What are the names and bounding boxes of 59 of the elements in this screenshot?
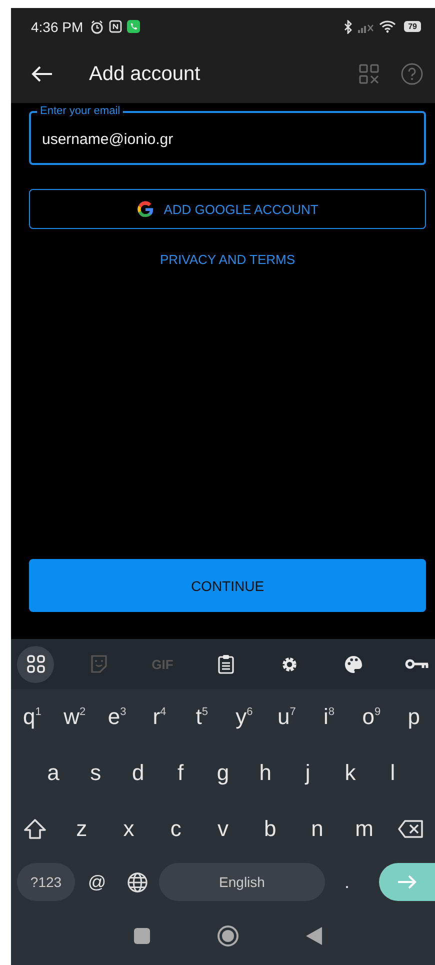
nfc-icon	[109, 20, 122, 33]
battery-level: 79	[404, 21, 421, 32]
letter-key[interactable]: o$^{9}$	[350, 704, 393, 730]
letter-key[interactable]: n	[294, 816, 341, 842]
letter-key[interactable]: h	[244, 760, 287, 786]
period-key[interactable]: .	[329, 872, 365, 892]
back-icon[interactable]	[31, 65, 53, 83]
symbols-key[interactable]: ?123	[17, 863, 75, 901]
letter-key[interactable]: g	[202, 760, 244, 786]
letter-key[interactable]: r$^{4}$	[138, 704, 181, 730]
clipboard-icon[interactable]	[218, 654, 234, 674]
alarm-icon	[90, 20, 104, 34]
letter-key[interactable]: z	[58, 816, 106, 842]
space-bar[interactable]: English	[159, 863, 325, 901]
privacy-and-terms-link[interactable]: PRIVACY AND TERMS	[160, 252, 296, 267]
letter-key[interactable]: x	[105, 816, 152, 842]
key-icon[interactable]	[404, 658, 428, 670]
phone-icon	[127, 20, 140, 33]
qr-code-icon[interactable]	[359, 64, 379, 84]
letter-key[interactable]: t$^{5}$	[180, 704, 224, 730]
help-icon[interactable]	[401, 63, 423, 85]
field-label: Enter your email	[37, 103, 124, 119]
letter-key[interactable]: q$^{1}$	[11, 704, 54, 730]
wifi-icon	[379, 20, 396, 33]
letter-key[interactable]: w$^{2}$	[53, 704, 96, 730]
palette-icon[interactable]	[344, 654, 362, 674]
google-icon	[136, 200, 154, 218]
home-icon[interactable]	[216, 925, 239, 947]
screen-title: Add account	[89, 62, 200, 86]
letter-key[interactable]: y$^{6}$	[223, 704, 266, 730]
enter-key[interactable]	[379, 863, 435, 901]
continue-button[interactable]: CONTINUE	[29, 559, 426, 612]
letter-key[interactable]: s	[74, 760, 117, 786]
letter-key[interactable]: c	[152, 816, 200, 842]
letter-key[interactable]: f	[159, 760, 202, 786]
back-nav-icon[interactable]	[306, 927, 322, 945]
apps-grid-icon[interactable]	[26, 655, 44, 673]
arrow-right-icon	[397, 875, 417, 889]
letter-key[interactable]: l	[372, 760, 414, 786]
email-field[interactable]: Enter your email username@ionio.gr	[29, 103, 426, 165]
letter-key[interactable]: j	[286, 760, 330, 786]
letter-key[interactable]: k	[329, 760, 372, 786]
letter-key[interactable]: u$^{7}$	[265, 704, 308, 730]
letter-key[interactable]: m	[340, 816, 388, 842]
letter-key[interactable]: v	[199, 816, 247, 842]
recents-icon[interactable]	[134, 928, 150, 944]
letter-key[interactable]: e$^{3}$	[96, 704, 138, 730]
clock-time: 4:36 PM	[31, 18, 84, 34]
at-key[interactable]: @	[79, 872, 115, 892]
globe-icon[interactable]	[126, 872, 148, 892]
letter-key[interactable]: d	[116, 760, 160, 786]
backspace-icon[interactable]	[398, 820, 424, 838]
letter-key[interactable]: i$^{8}$	[308, 704, 350, 730]
add-google-account-button[interactable]: ADD GOOGLE ACCOUNT	[29, 189, 426, 229]
letter-key[interactable]: a	[32, 760, 74, 786]
letter-key[interactable]: b	[246, 816, 294, 842]
letter-key[interactable]: p	[392, 704, 435, 730]
bluetooth-icon	[344, 20, 354, 34]
shift-icon[interactable]	[24, 819, 46, 839]
